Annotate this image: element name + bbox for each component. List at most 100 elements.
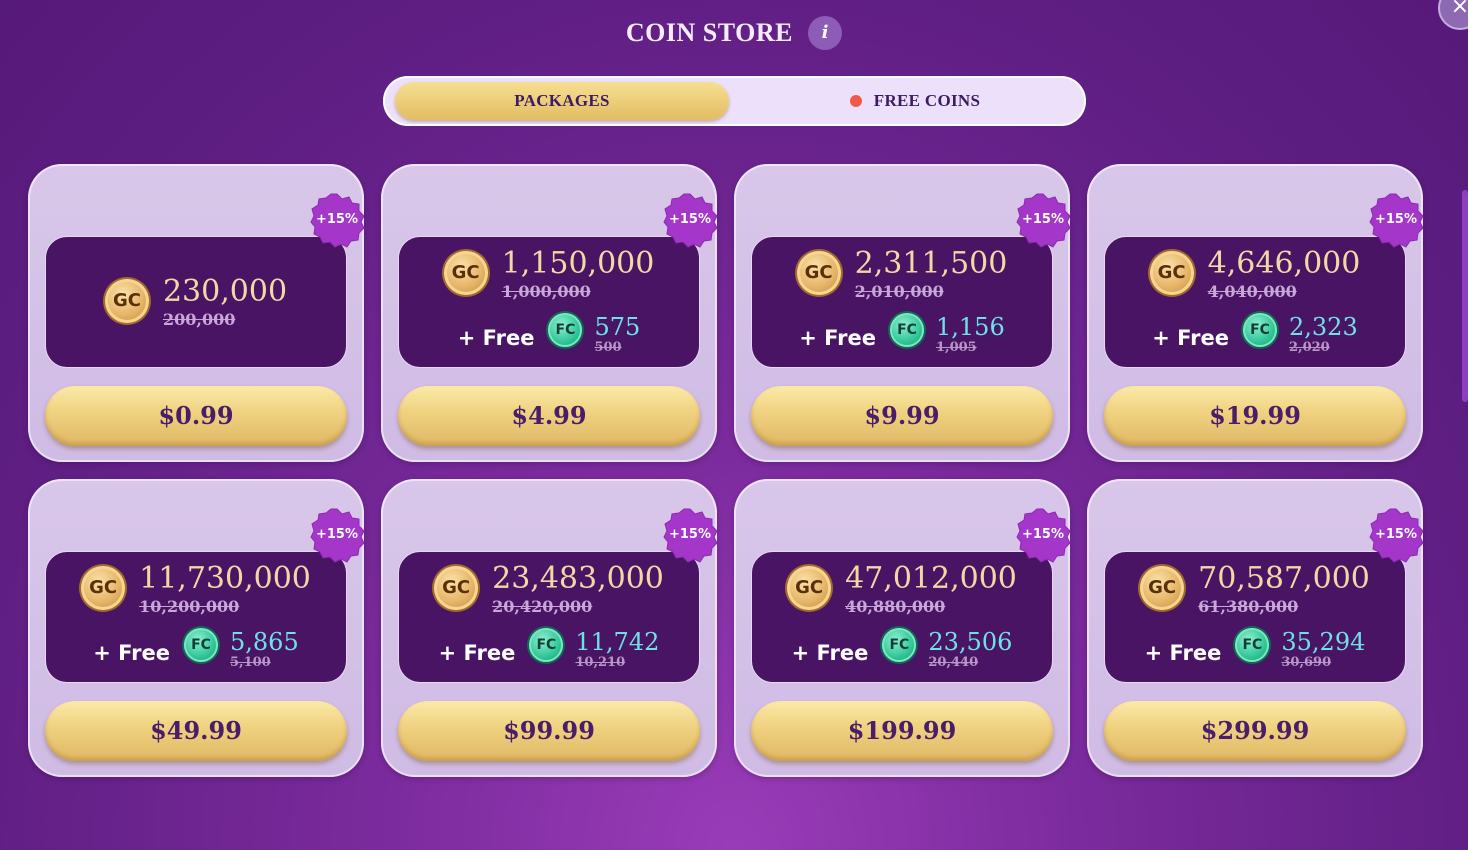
gold-coin-row: GC 2,311,500 2,010,000	[752, 245, 1052, 301]
bonus-badge: +15%	[1368, 507, 1424, 563]
buy-price-button[interactable]: $299.99	[1104, 701, 1406, 761]
free-coin-row: + Free FC 575 500	[399, 313, 699, 355]
gold-coin-icon: GC	[787, 566, 832, 610]
free-coin-icon: FC	[1235, 628, 1270, 662]
package-card[interactable]: GC 4,646,000 4,040,000 + Free FC 2,323 2,020 $1…	[1087, 164, 1424, 462]
free-coin-row: + Free FC 35,294 30,690	[1105, 628, 1405, 670]
package-contents: GC 4,646,000 4,040,000 + Free FC 2,323 2,020	[1104, 236, 1406, 368]
buy-price-button[interactable]: $49.99	[45, 701, 347, 761]
gold-coin-icon: GC	[434, 566, 479, 610]
free-coin-icon: FC	[184, 628, 219, 662]
free-label: + Free	[457, 326, 535, 350]
bonus-badge: +15%	[1015, 192, 1071, 248]
package-contents: GC 11,730,000 10,200,000 + Free FC 5,865 5,100	[45, 551, 347, 683]
scrollbar-thumb[interactable]	[1462, 190, 1468, 402]
gold-coin-icon: GC	[1149, 251, 1194, 295]
free-coin-amount: 2,323	[1289, 313, 1358, 341]
gold-coin-old-amount: 40,880,000	[845, 597, 946, 616]
page-title: COIN STORE	[625, 18, 793, 47]
buy-price-button[interactable]: $199.99	[751, 701, 1053, 761]
gold-coin-old-amount: 61,380,000	[1198, 597, 1299, 616]
package-contents: GC 230,000 200,000	[45, 236, 347, 368]
free-coin-icon: FC	[882, 628, 917, 662]
gold-coin-row: GC 23,483,000 20,420,000	[399, 560, 699, 616]
tab-packages[interactable]: PACKAGES	[395, 82, 729, 120]
bonus-badge: +15%	[309, 507, 365, 563]
gold-coin-row: GC 11,730,000 10,200,000	[46, 560, 346, 616]
gold-coin-row: GC 230,000 200,000	[46, 273, 346, 329]
buy-price-button[interactable]: $9.99	[751, 386, 1053, 446]
free-label: + Free	[93, 641, 171, 665]
gold-coin-amount: 23,483,000	[492, 561, 664, 596]
tab-free-coins-label: FREE COINS	[873, 91, 981, 110]
gold-coin-old-amount: 2,010,000	[854, 282, 944, 301]
bonus-badge-label: +15%	[1021, 527, 1064, 542]
gold-coin-old-amount: 10,200,000	[139, 597, 240, 616]
bonus-badge: +15%	[662, 507, 718, 563]
bonus-badge: +15%	[662, 192, 718, 248]
bonus-badge-label: +15%	[315, 212, 358, 227]
gold-coin-row: GC 70,587,000 61,380,000	[1105, 560, 1405, 616]
info-icon[interactable]: i	[808, 16, 843, 50]
package-card[interactable]: GC 23,483,000 20,420,000 + Free FC 11,742 10,2…	[381, 479, 718, 777]
package-contents: GC 1,150,000 1,000,000 + Free FC 575 500	[398, 236, 700, 368]
free-label: + Free	[799, 326, 877, 350]
buy-price-button[interactable]: $4.99	[398, 386, 700, 446]
free-coin-amount: 5,865	[230, 628, 299, 656]
store-header: COIN STORE i	[0, 16, 1468, 56]
free-coin-row: + Free FC 1,156 1,005	[752, 313, 1052, 355]
buy-price-button[interactable]: $0.99	[45, 386, 347, 446]
bonus-badge: +15%	[1015, 507, 1071, 563]
gold-coin-amount: 1,150,000	[501, 246, 655, 281]
notification-dot-icon	[849, 95, 862, 108]
bonus-badge: +15%	[309, 192, 365, 248]
free-coin-icon: FC	[529, 628, 564, 662]
free-coin-old-amount: 500	[594, 340, 622, 355]
tab-free-coins[interactable]: FREE COINS	[755, 82, 1075, 120]
bonus-badge-label: +15%	[1374, 212, 1417, 227]
free-coin-icon: FC	[1243, 313, 1278, 347]
package-card[interactable]: GC 1,150,000 1,000,000 + Free FC 575 500 $4.99 +…	[381, 164, 718, 462]
gold-coin-amount: 230,000	[162, 274, 288, 309]
gold-coin-old-amount: 200,000	[162, 310, 236, 329]
free-coin-old-amount: 1,005	[936, 340, 977, 355]
free-label: + Free	[438, 641, 516, 665]
gold-coin-row: GC 47,012,000 40,880,000	[752, 560, 1052, 616]
gold-coin-icon: GC	[104, 279, 149, 323]
bonus-badge-label: +15%	[668, 212, 711, 227]
tab-bar: PACKAGES FREE COINS	[383, 76, 1086, 126]
free-coin-row: + Free FC 2,323 2,020	[1105, 313, 1405, 355]
free-label: + Free	[791, 641, 869, 665]
gold-coin-old-amount: 1,000,000	[501, 282, 591, 301]
free-coin-row: + Free FC 11,742 10,210	[399, 628, 699, 670]
free-label: + Free	[1152, 326, 1230, 350]
free-coin-row: + Free FC 5,865 5,100	[46, 628, 346, 670]
buy-price-button[interactable]: $19.99	[1104, 386, 1406, 446]
gold-coin-row: GC 4,646,000 4,040,000	[1105, 245, 1405, 301]
package-card[interactable]: GC 11,730,000 10,200,000 + Free FC 5,865 5,100…	[28, 479, 365, 777]
gold-coin-icon: GC	[1140, 566, 1185, 610]
gold-coin-old-amount: 20,420,000	[492, 597, 593, 616]
package-card[interactable]: GC 2,311,500 2,010,000 + Free FC 1,156 1,005 $9…	[734, 164, 1071, 462]
bonus-badge-label: +15%	[1374, 527, 1417, 542]
package-card[interactable]: GC 70,587,000 61,380,000 + Free FC 35,294 30,6…	[1087, 479, 1424, 777]
free-coin-amount: 575	[594, 313, 641, 341]
free-coin-amount: 11,742	[575, 628, 660, 656]
package-contents: GC 70,587,000 61,380,000 + Free FC 35,294 30,6…	[1104, 551, 1406, 683]
gold-coin-row: GC 1,150,000 1,000,000	[399, 245, 699, 301]
bonus-badge-label: +15%	[1021, 212, 1064, 227]
free-coin-old-amount: 20,440	[928, 655, 979, 670]
gold-coin-icon: GC	[796, 251, 841, 295]
package-card[interactable]: GC 230,000 200,000 $0.99 +15%	[28, 164, 365, 462]
bonus-badge-label: +15%	[315, 527, 358, 542]
free-coin-old-amount: 2,020	[1289, 340, 1330, 355]
package-card[interactable]: GC 47,012,000 40,880,000 + Free FC 23,506 20,4…	[734, 479, 1071, 777]
gold-coin-amount: 11,730,000	[139, 561, 311, 596]
free-label: + Free	[1144, 641, 1222, 665]
bonus-badge-label: +15%	[668, 527, 711, 542]
gold-coin-amount: 2,311,500	[854, 246, 1008, 281]
gold-coin-old-amount: 4,040,000	[1207, 282, 1297, 301]
buy-price-button[interactable]: $99.99	[398, 701, 700, 761]
gold-coin-icon: GC	[443, 251, 488, 295]
free-coin-old-amount: 10,210	[575, 655, 626, 670]
